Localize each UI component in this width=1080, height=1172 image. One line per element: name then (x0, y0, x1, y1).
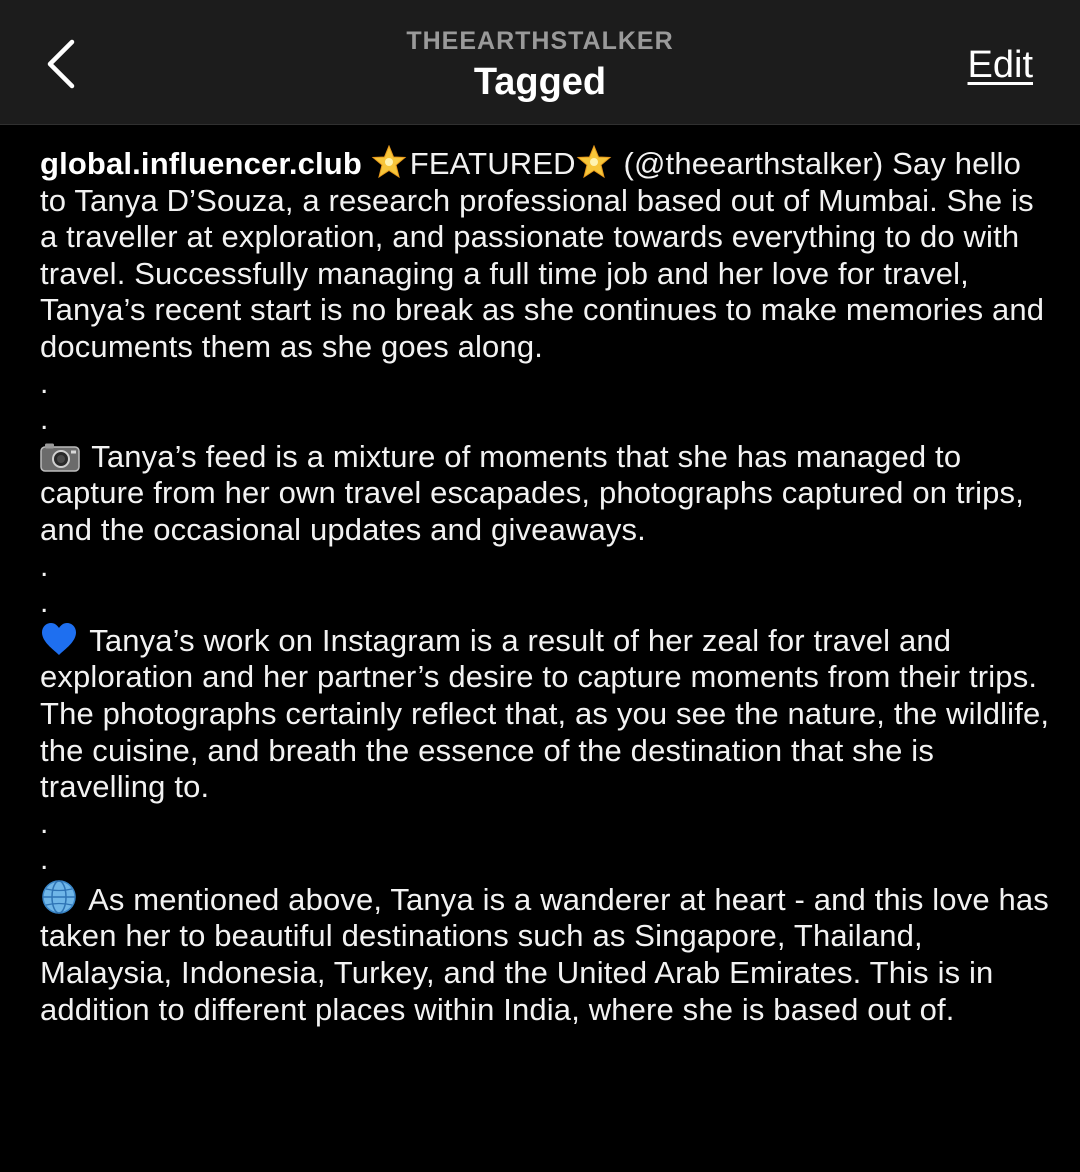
account-username: THEEARTHSTALKER (406, 27, 674, 55)
dot-separator: . (40, 403, 49, 437)
caption-paragraph-travel: As mentioned above, Tanya is a wanderer … (40, 879, 1050, 1028)
dot-separator: . (40, 806, 49, 840)
blue-heart-icon (40, 622, 78, 656)
caption-travel-text: As mentioned above, Tanya is a wanderer … (40, 881, 1049, 1027)
post-caption: global.influencer.club FEATURED (@theear… (40, 145, 1050, 1028)
globe-icon (40, 879, 78, 915)
dot-separator: . (40, 366, 49, 400)
glowing-star-icon (371, 145, 407, 179)
caption-feed-text: Tanya’s feed is a mixture of moments tha… (40, 438, 1024, 547)
page-title: Tagged (473, 61, 607, 103)
camera-icon (40, 442, 80, 472)
dot-separator: . (40, 549, 49, 583)
caption-work-text: Tanya’s work on Instagram is a result of… (40, 622, 1050, 805)
dot-separator: . (40, 586, 49, 620)
caption-author-link[interactable]: global.influencer.club (40, 146, 362, 181)
caption-paragraph-feed: Tanya’s feed is a mixture of moments tha… (40, 439, 1050, 549)
edit-button[interactable]: Edit (968, 44, 1033, 87)
navigation-header: THEEARTHSTALKER Tagged Edit (0, 0, 1080, 125)
caption-intro: global.influencer.club FEATURED (@theear… (40, 145, 1050, 366)
glowing-star-icon (576, 145, 612, 179)
featured-label: FEATURED (409, 146, 576, 181)
header-title-group: THEEARTHSTALKER Tagged (0, 26, 1080, 105)
caption-paragraph-work: Tanya’s work on Instagram is a result of… (40, 622, 1050, 806)
dot-separator: . (40, 843, 49, 877)
